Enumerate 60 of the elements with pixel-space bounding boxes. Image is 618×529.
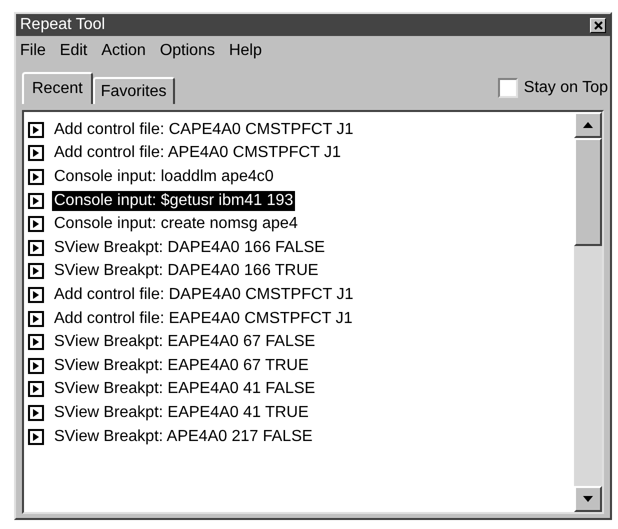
play-icon [33,362,39,370]
list-item[interactable]: SView Breakpt: APE4A0 217 FALSE [52,426,315,447]
list-item[interactable]: Add control file: CAPE4A0 CMSTPFCT J1 [52,120,356,140]
tab[interactable]: Recent [22,72,93,104]
play-button[interactable] [28,381,44,398]
tab[interactable]: Favorites [92,77,174,104]
play-button[interactable] [28,122,44,138]
play-button[interactable] [28,145,44,162]
menu-item[interactable]: File [20,39,46,63]
play-icon [33,338,39,346]
list-item[interactable]: SView Breakpt: EAPE4A0 67 TRUE [52,356,311,376]
play-button[interactable] [28,263,44,280]
play-button[interactable] [28,192,44,209]
play-icon [33,220,39,228]
list-item[interactable]: Console input: loaddlm ape4c0 [52,166,276,187]
list-item[interactable]: Add control file: APE4A0 CMSTPFCT J1 [52,143,343,164]
stay-on-top-checkbox[interactable] [498,78,518,98]
play-button[interactable] [28,168,44,185]
list-item[interactable]: SView Breakpt: DAPE4A0 166 FALSE [52,238,327,258]
scroll-down-button[interactable] [574,486,602,512]
close-button[interactable] [590,18,606,32]
list-item[interactable]: Console input: create nomsg ape4 [52,214,300,234]
menu-item[interactable]: Edit [60,39,88,63]
play-icon [33,267,39,276]
scroll-up-button[interactable] [574,112,602,138]
menu-item[interactable]: Help [228,39,262,63]
play-icon [33,432,39,441]
play-button[interactable] [28,334,44,350]
play-button[interactable] [28,240,44,256]
list-item[interactable]: SView Breakpt: EAPE4A0 67 FALSE [52,332,318,352]
menu-item[interactable]: Action [101,39,146,63]
list-item[interactable]: SView Breakpt: EAPE4A0 41 FALSE [52,379,318,400]
play-icon [33,149,39,158]
stay-on-top-label: Stay on Top [524,78,608,98]
play-icon [33,385,39,394]
play-icon [33,408,39,417]
up-arrow-icon [583,122,593,128]
close-icon [594,20,602,30]
play-icon [33,314,39,323]
play-button[interactable] [28,404,44,421]
window-title: Repeat Tool [20,17,106,33]
play-icon [33,290,39,299]
play-button[interactable] [28,216,44,232]
play-icon [33,172,39,181]
scroll-thumb[interactable] [574,138,602,246]
list-item[interactable]: SView Breakpt: EAPE4A0 41 TRUE [52,402,311,423]
scrollbar[interactable] [574,112,602,512]
list-item[interactable]: Add control file: DAPE4A0 CMSTPFCT J1 [52,284,356,305]
play-button[interactable] [28,428,44,445]
play-button[interactable] [28,358,44,374]
list-item[interactable]: Console input: $getusr ibm41 193 [52,190,296,211]
down-arrow-icon [583,496,593,502]
list-item[interactable]: SView Breakpt: DAPE4A0 166 TRUE [52,261,320,282]
play-icon [33,244,39,252]
play-button[interactable] [28,310,44,327]
play-button[interactable] [28,286,44,303]
list-item[interactable]: Add control file: EAPE4A0 CMSTPFCT J1 [52,308,354,329]
play-icon [33,126,39,134]
menu-item[interactable]: Options [160,39,215,63]
play-icon [33,196,39,205]
